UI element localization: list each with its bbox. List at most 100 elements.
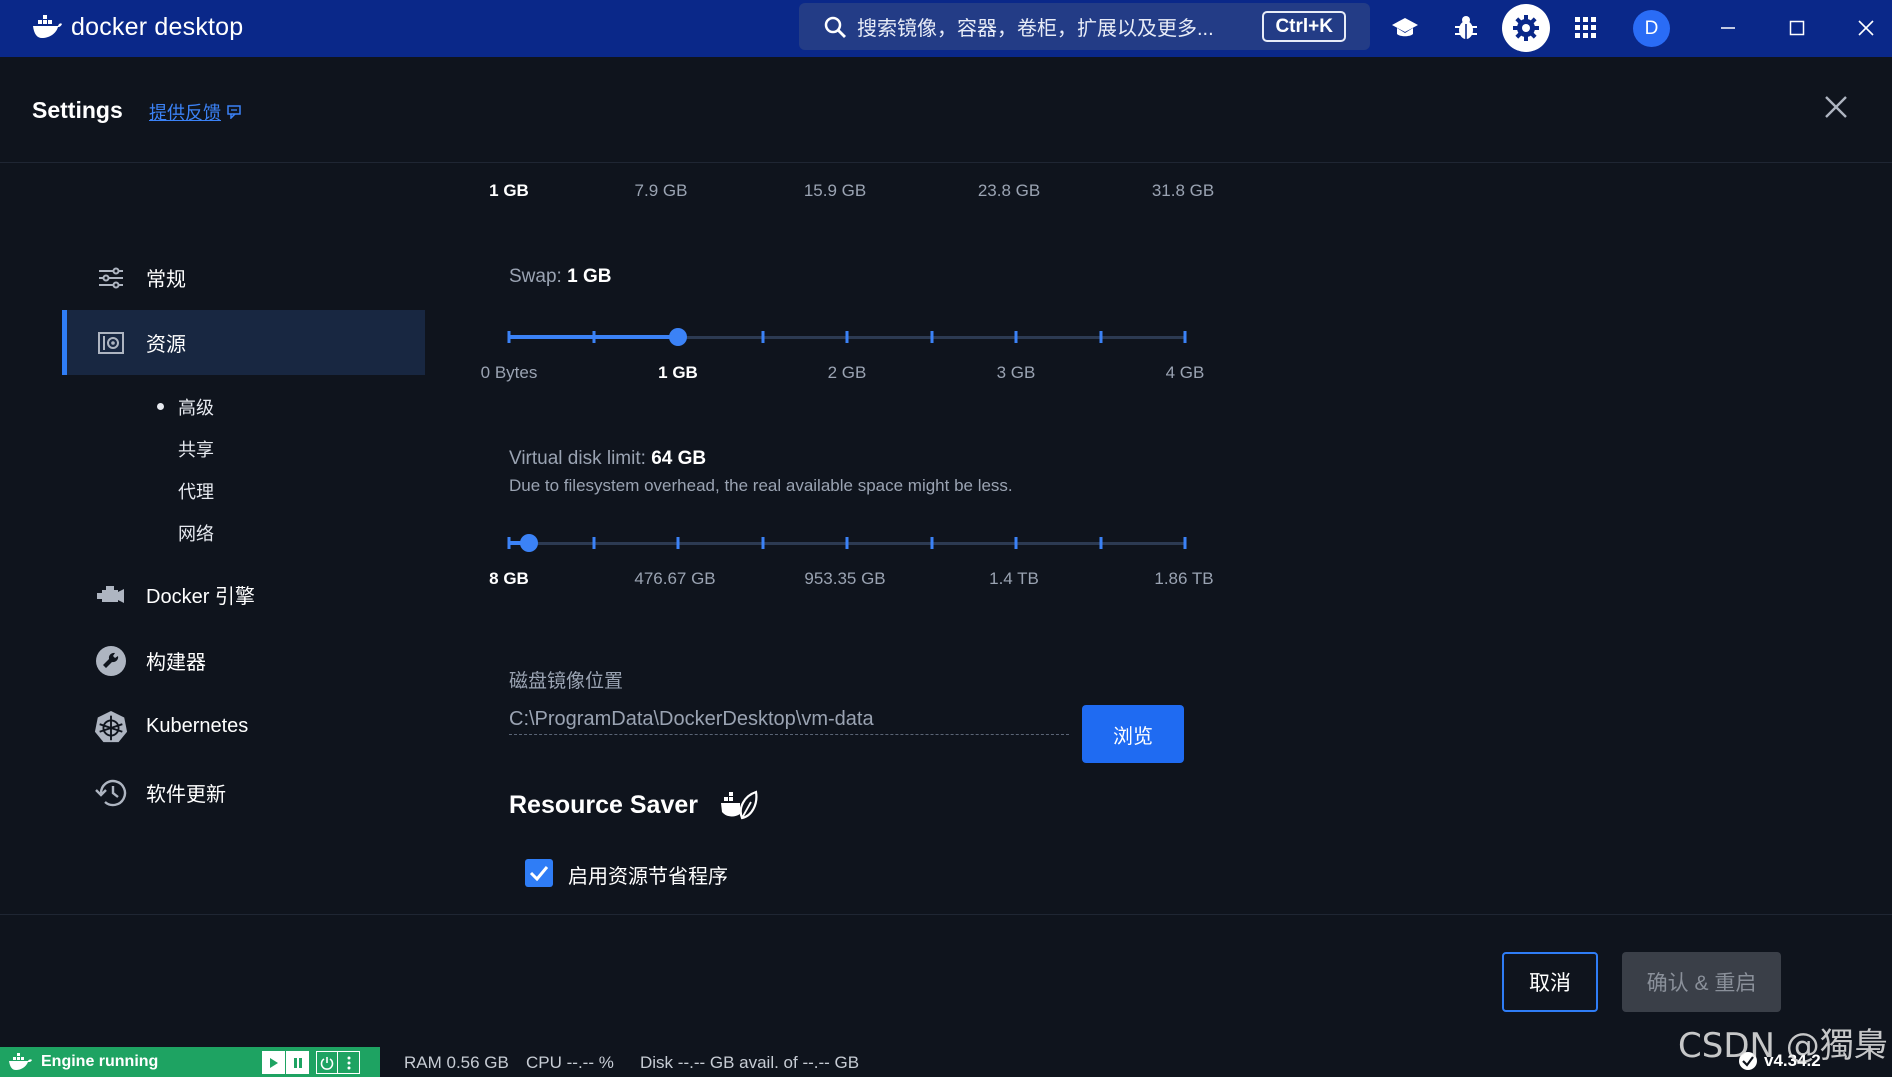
wrench-icon (94, 644, 128, 678)
memory-tick-label: 1 GB (489, 181, 529, 200)
sidebar-item-label: 构建器 (146, 652, 206, 674)
disk-image-path-input[interactable] (509, 705, 1069, 735)
title-bar: docker desktop 搜索镜像，容器，卷柜，扩展以及更多... Ctrl… (0, 0, 1892, 57)
sliders-icon (94, 261, 128, 295)
slider-tick (1099, 537, 1102, 549)
disk-usage: Disk --.-- GB avail. of --.-- GB (640, 1053, 860, 1072)
disk-tick-label: 1.86 TB (1154, 569, 1214, 588)
learning-center-icon[interactable] (1390, 13, 1420, 43)
sidebar-subitem-network[interactable]: 网络 (178, 520, 214, 546)
resource-saver-checkbox-label[interactable]: 启用资源节省程序 (568, 860, 728, 889)
memory-tick-label: 23.8 GB (977, 181, 1041, 200)
engine-icon (94, 578, 128, 612)
ram-usage: RAM 0.56 GB (404, 1053, 509, 1072)
global-search[interactable]: 搜索镜像，容器，卷柜，扩展以及更多... Ctrl+K (799, 3, 1370, 50)
sidebar-item-resources[interactable]: 资源 (62, 310, 425, 375)
sidebar-item-kubernetes[interactable]: Kubernetes (62, 694, 425, 759)
window-close-icon[interactable] (1852, 14, 1880, 42)
docker-whale-icon (33, 15, 62, 38)
slider-tick (930, 331, 933, 343)
maximize-icon[interactable] (1783, 14, 1811, 42)
memory-tick-label: 31.8 GB (1151, 181, 1215, 200)
swap-tick-label: 1 GB (658, 363, 698, 382)
kubernetes-icon (94, 710, 128, 744)
slider-tick (761, 537, 764, 549)
chat-bubble-icon (227, 105, 241, 119)
disk-tick-label: 1.4 TB (989, 569, 1039, 588)
disk-limit-slider[interactable] (507, 533, 1187, 553)
browse-button[interactable]: 浏览 (1082, 705, 1184, 763)
slider-tick (1014, 331, 1018, 343)
sidebar-item-builders[interactable]: 构建器 (62, 628, 425, 693)
swap-label-text: Swap: (509, 266, 562, 287)
feedback-link[interactable]: 提供反馈 (149, 99, 243, 125)
pause-icon[interactable] (286, 1051, 310, 1074)
play-icon[interactable] (262, 1051, 286, 1074)
sidebar-subitem-proxies[interactable]: 代理 (178, 478, 214, 504)
slider-tick (507, 331, 511, 343)
sidebar-item-label: 常规 (146, 269, 186, 291)
page-title: Settings (32, 97, 123, 123)
settings-header: Settings 提供反馈 (0, 57, 1892, 163)
slider-tick (930, 537, 933, 549)
apply-restart-button[interactable]: 确认 & 重启 (1622, 952, 1781, 1012)
logo-text: docker desktop (71, 12, 244, 41)
slider-thumb[interactable] (669, 328, 687, 346)
slider-tick (1099, 331, 1102, 343)
disk-tick-label: 953.35 GB (804, 569, 886, 588)
sidebar-item-general[interactable]: 常规 (62, 245, 425, 310)
slider-tick (1014, 537, 1018, 549)
sidebar-item-docker-engine[interactable]: Docker 引擎 (62, 562, 425, 627)
slider-tick (761, 331, 764, 343)
close-settings-icon[interactable] (1820, 91, 1852, 123)
search-shortcut-badge: Ctrl+K (1262, 11, 1346, 42)
resource-saver-checkbox[interactable] (525, 859, 553, 887)
active-sub-item-dot (157, 403, 164, 410)
search-placeholder: 搜索镜像，容器，卷柜，扩展以及更多... (857, 18, 1214, 40)
swap-tick-label: 2 GB (827, 363, 867, 382)
resource-saver-title: Resource Saver (509, 791, 699, 819)
checkmark-icon (529, 866, 549, 881)
sidebar-item-label: Docker 引擎 (146, 586, 255, 608)
swap-slider[interactable] (507, 327, 1187, 347)
user-avatar[interactable]: D (1633, 10, 1670, 47)
slider-tick (676, 537, 680, 549)
disk-tick-label: 476.67 GB (634, 569, 716, 588)
swap-tick-label: 4 GB (1165, 363, 1205, 382)
history-icon (94, 776, 128, 810)
sidebar-subitem-advanced[interactable]: 高级 (178, 394, 214, 420)
feedback-label: 提供反馈 (149, 103, 221, 123)
slider-tick (592, 331, 595, 343)
disk-limit-help: Due to filesystem overhead, the real ava… (509, 476, 1013, 495)
bug-icon[interactable] (1451, 13, 1481, 43)
swap-value: 1 GB (567, 266, 612, 287)
slider-thumb[interactable] (520, 534, 539, 552)
slider-tick (845, 331, 849, 343)
sidebar-item-label: 软件更新 (146, 784, 226, 806)
resources-icon (94, 326, 128, 360)
settings-gear-button[interactable] (1502, 4, 1550, 52)
slider-tick (507, 537, 511, 549)
disk-limit-label-text: Virtual disk limit: (509, 448, 646, 469)
minimize-icon[interactable] (1714, 14, 1742, 42)
apps-grid-icon[interactable] (1571, 13, 1601, 43)
disk-image-location-label: 磁盘镜像位置 (509, 671, 624, 692)
docker-whale-icon (9, 1053, 32, 1070)
engine-controls (262, 1051, 360, 1074)
swap-tick-label: 0 Bytes (480, 363, 538, 382)
footer-divider (0, 914, 1892, 915)
engine-status[interactable]: Engine running (0, 1047, 380, 1077)
sidebar-item-software-updates[interactable]: 软件更新 (62, 760, 425, 825)
swap-tick-label: 3 GB (996, 363, 1036, 382)
disk-limit-value: 64 GB (651, 448, 707, 469)
slider-tick (845, 537, 849, 549)
sidebar-subitem-file-sharing[interactable]: 共享 (178, 436, 214, 462)
memory-tick-label: 7.9 GB (634, 181, 688, 200)
more-vertical-icon[interactable] (338, 1051, 360, 1074)
slider-tick (1183, 331, 1187, 343)
gear-icon (1513, 15, 1539, 41)
slider-tick (1183, 537, 1187, 549)
cancel-button[interactable]: 取消 (1502, 952, 1598, 1012)
swap-label: Swap: 1 GB (509, 266, 611, 288)
power-icon[interactable] (316, 1051, 338, 1074)
